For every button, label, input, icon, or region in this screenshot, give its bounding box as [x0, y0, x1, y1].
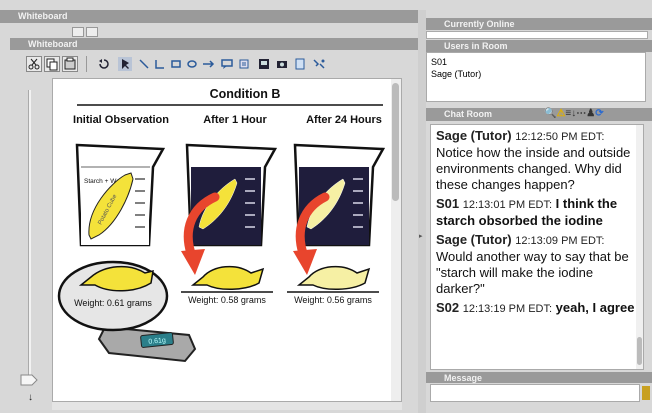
- chat-sender: S02: [436, 300, 460, 315]
- arrow-icon[interactable]: [202, 58, 216, 70]
- figure-title: Condition B: [210, 87, 281, 101]
- digital-scale: 0.61g Weight: 0.61 grams: [57, 260, 197, 363]
- chat-sender: Sage (Tutor): [436, 128, 512, 143]
- message-title: Message: [444, 373, 483, 383]
- weight-1hr: Weight: 0.58 grams: [188, 295, 266, 305]
- select-icon[interactable]: [118, 57, 132, 71]
- weight-initial: Weight: 0.61 grams: [74, 298, 152, 308]
- users-title: Users in Room: [444, 41, 508, 51]
- zoom-handle[interactable]: [20, 374, 38, 386]
- user-item[interactable]: Sage (Tutor): [431, 68, 641, 80]
- callout-icon[interactable]: [220, 58, 234, 70]
- canvas-horizontal-scrollbar[interactable]: [52, 402, 402, 410]
- weight-24hr: Weight: 0.56 grams: [294, 295, 372, 305]
- chat-title: Chat Room: [444, 109, 492, 119]
- zoom-track: [28, 90, 31, 382]
- embed-icon[interactable]: [294, 58, 306, 70]
- beaker-1hr: [185, 143, 278, 247]
- link-icon[interactable]: [312, 58, 326, 70]
- beaker-initial: Starch + Water Potato Cube: [75, 143, 166, 247]
- scissors-button[interactable]: [26, 56, 42, 72]
- chat-timestamp: 12:13:19 PM EDT:: [462, 303, 553, 315]
- image-icon[interactable]: [258, 58, 270, 70]
- experiment-figure: Condition B Initial Observation After 1 …: [57, 87, 386, 363]
- rectangle-icon[interactable]: [170, 58, 182, 70]
- user-item[interactable]: S01: [431, 56, 641, 68]
- minimize-button[interactable]: [72, 27, 84, 37]
- splitter-arrow-icon: ▸: [419, 233, 423, 240]
- chat-tools: 🔍⚠≡↓⋯♟⟳: [544, 108, 604, 120]
- currently-online-box: [426, 31, 648, 39]
- chat-text: yeah, I agree: [555, 300, 635, 315]
- paste-button[interactable]: [62, 56, 78, 72]
- chat-log[interactable]: Sage (Tutor) 12:12:50 PM EDT: Notice how…: [430, 124, 644, 370]
- weighing-24hr: Weight: 0.56 grams: [287, 265, 379, 305]
- users-header: Users in Room: [426, 40, 652, 52]
- chat-header: Chat Room 🔍⚠≡↓⋯♟⟳: [426, 108, 652, 121]
- message-header: Message: [426, 372, 652, 383]
- panel-splitter[interactable]: ▸: [418, 10, 426, 413]
- search-icon[interactable]: 🔍: [544, 108, 556, 119]
- send-button[interactable]: [642, 386, 650, 400]
- chat-text: Notice how the inside and outside enviro…: [436, 145, 631, 192]
- chat-timestamp: 12:13:01 PM EDT:: [462, 199, 553, 211]
- potato-weighed-24hr: [296, 265, 371, 290]
- chat-scrollbar[interactable]: [636, 125, 643, 369]
- user-icon[interactable]: ♟: [586, 108, 595, 119]
- whiteboard-canvas[interactable]: Condition B Initial Observation After 1 …: [52, 78, 402, 402]
- column-initial: Initial Observation: [73, 114, 169, 126]
- users-list: S01 Sage (Tutor): [426, 52, 646, 102]
- currently-online-title: Currently Online: [444, 19, 515, 29]
- column-1hr: After 1 Hour: [203, 114, 267, 126]
- toolbar: [22, 56, 402, 74]
- chat-messages: Sage (Tutor) 12:12:50 PM EDT: Notice how…: [436, 128, 638, 317]
- toolbar-divider: [86, 56, 87, 72]
- chat-text: Would another way to say that be "starch…: [436, 249, 629, 296]
- close-window-button[interactable]: [86, 27, 98, 37]
- chat-sender: Sage (Tutor): [436, 232, 512, 247]
- whiteboard-subtitle-bar: Whiteboard: [10, 38, 418, 50]
- chat-message: S01 12:13:01 PM EDT: I think the starch …: [436, 196, 638, 229]
- paste-icon: [64, 57, 76, 70]
- chat-timestamp: 12:12:50 PM EDT:: [515, 131, 605, 143]
- text-icon[interactable]: [238, 58, 250, 70]
- canvas-scroll-thumb[interactable]: [392, 83, 399, 201]
- message-input[interactable]: [430, 384, 640, 402]
- chat-message: S02 12:13:19 PM EDT: yeah, I agree: [436, 300, 638, 317]
- refresh-icon[interactable]: ⟳: [595, 108, 603, 119]
- scissors-icon: [28, 58, 40, 70]
- zoom-down-icon[interactable]: ↓: [28, 392, 33, 403]
- ellipse-icon[interactable]: [186, 58, 198, 70]
- chat-message: Sage (Tutor) 12:12:50 PM EDT: Notice how…: [436, 128, 638, 193]
- camera-icon[interactable]: [276, 58, 288, 70]
- chat-scroll-thumb[interactable]: [637, 337, 642, 365]
- undo-icon[interactable]: [98, 58, 110, 70]
- canvas-vertical-scrollbar[interactable]: [391, 79, 401, 401]
- currently-online-header: Currently Online: [426, 18, 652, 30]
- more-icon[interactable]: ⋯: [576, 108, 586, 119]
- whiteboard-title: Whiteboard: [18, 11, 68, 21]
- line-icon[interactable]: [138, 58, 150, 70]
- zoom-slider[interactable]: [20, 90, 38, 390]
- window-controls: [14, 27, 98, 37]
- potato-weighed-1hr: [190, 265, 265, 290]
- beaker-24hr: [293, 143, 386, 247]
- chat-sender: S01: [436, 196, 460, 211]
- copy-button[interactable]: [44, 56, 60, 72]
- chat-message: Sage (Tutor) 12:13:09 PM EDT: Would anot…: [436, 232, 638, 297]
- whiteboard-title-bar: Whiteboard: [0, 10, 418, 23]
- whiteboard-subtitle: Whiteboard: [28, 39, 78, 49]
- column-24hr: After 24 Hours: [306, 114, 382, 126]
- copy-icon: [46, 58, 58, 71]
- connector-icon[interactable]: [154, 58, 166, 70]
- chat-timestamp: 12:13:09 PM EDT:: [515, 235, 605, 247]
